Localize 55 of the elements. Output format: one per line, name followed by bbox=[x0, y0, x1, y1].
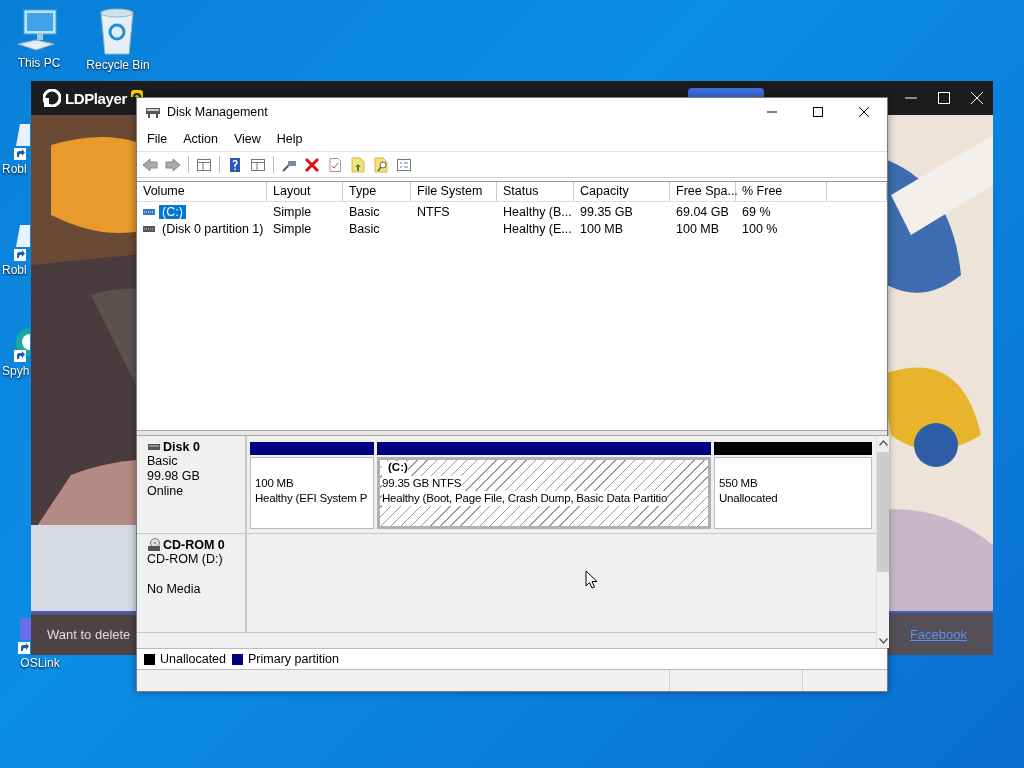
partition-status: Healthy (Boot, Page File, Crash Dump, Basic Data Partitio bbox=[382, 491, 668, 506]
table-cell: Healthy (E... bbox=[503, 221, 572, 236]
table-cell: Simple bbox=[273, 221, 312, 236]
partition-box[interactable]: 550 MB Unallocated bbox=[714, 457, 872, 529]
icon-label: Recycle Bin bbox=[85, 58, 150, 72]
table-cell: 69.04 GB bbox=[676, 204, 729, 219]
partition-size: 550 MB bbox=[719, 476, 758, 491]
icon-label: OSLink bbox=[19, 656, 60, 670]
disk-info: 99.98 GB bbox=[147, 469, 201, 484]
table-cell: 100 % bbox=[742, 221, 778, 236]
app-title: LDPlayer bbox=[65, 89, 127, 107]
table-cell: 99.35 GB bbox=[580, 204, 633, 219]
table-cell: 100 MB bbox=[580, 221, 624, 236]
disk-info: Online bbox=[147, 484, 185, 499]
partition-box[interactable]: (C:) 99.35 GB NTFS Healthy (Boot, Page File, Crash Dump, Basic Data Partitio bbox=[377, 457, 711, 529]
menu-item[interactable]: Help bbox=[268, 131, 311, 146]
partition-status: Unallocated bbox=[719, 491, 778, 506]
column-header[interactable]: Free Spa... bbox=[670, 182, 736, 201]
column-header[interactable]: % Free bbox=[736, 182, 827, 201]
table-cell: 100 MB bbox=[676, 221, 720, 236]
column-header[interactable]: Volume bbox=[137, 182, 267, 201]
icon-label: Robl bbox=[1, 162, 27, 176]
menu-item[interactable]: File bbox=[139, 131, 176, 146]
disk-info: No Media bbox=[147, 582, 202, 597]
window-title: Disk Management bbox=[167, 105, 269, 119]
partition-size: 99.35 GB NTFS bbox=[382, 476, 462, 491]
table-cell: Healthy (B... bbox=[503, 204, 572, 219]
column-header[interactable]: Layout bbox=[267, 182, 343, 201]
column-header[interactable]: Capacity bbox=[574, 182, 670, 201]
partition-status: Healthy (EFI System P bbox=[255, 491, 368, 506]
icon-label: Spyh bbox=[1, 364, 30, 378]
disk-name: Disk 0 bbox=[163, 440, 200, 454]
table-cell[interactable]: (C:) bbox=[159, 204, 186, 219]
partition-size: 100 MB bbox=[255, 476, 294, 491]
disk-name: CD-ROM 0 bbox=[163, 538, 225, 552]
legend-label: Primary partition bbox=[248, 652, 339, 666]
table-cell: 69 % bbox=[742, 204, 771, 219]
icon-label: This PC bbox=[16, 56, 61, 70]
partition-name: (C:) bbox=[382, 461, 408, 476]
disk-info: Basic bbox=[147, 454, 179, 469]
table-cell: Basic bbox=[349, 204, 380, 219]
disk-info: CD-ROM (D:) bbox=[147, 552, 224, 567]
column-header[interactable]: File System bbox=[411, 182, 497, 201]
table-cell: Basic bbox=[349, 221, 380, 236]
icon-label: Robl bbox=[1, 263, 27, 277]
column-header[interactable]: Type bbox=[343, 182, 411, 201]
menu-item[interactable]: Action bbox=[175, 131, 226, 146]
partition-box[interactable]: 100 MB Healthy (EFI System P bbox=[250, 457, 374, 529]
table-cell[interactable]: (Disk 0 partition 1) bbox=[159, 221, 267, 236]
notification-text: Want to delete bbox=[47, 626, 131, 642]
menu-item[interactable]: View bbox=[225, 131, 269, 146]
legend-label: Unallocated bbox=[160, 652, 226, 666]
table-cell: Simple bbox=[273, 204, 312, 219]
table-cell: NTFS bbox=[417, 204, 450, 219]
column-header[interactable]: Status bbox=[497, 182, 574, 201]
